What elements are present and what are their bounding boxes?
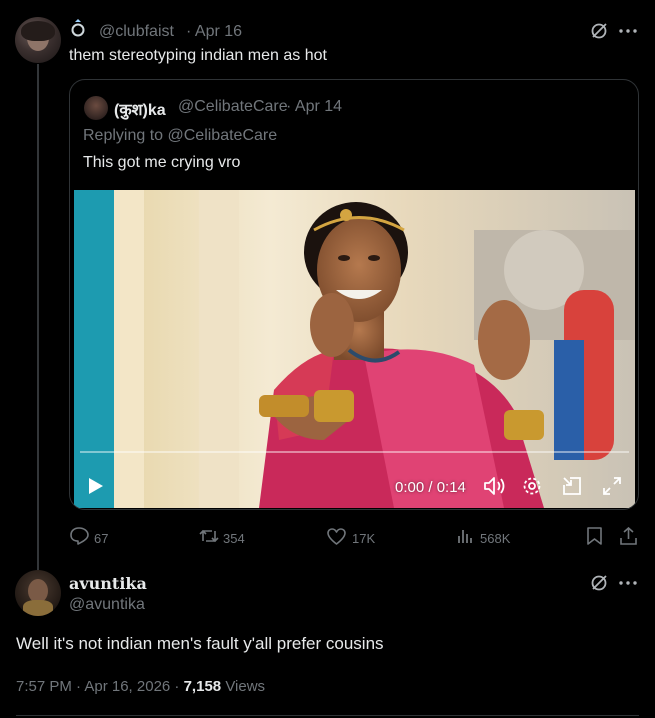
views-label: Views	[225, 678, 266, 695]
reply-icon	[70, 527, 89, 545]
tweet-meta: 7:57 PM · Apr 16, 2026 · 7,158 Views	[16, 678, 265, 695]
quote-text: This got me crying vro	[83, 154, 241, 171]
avatar[interactable]	[15, 570, 61, 616]
like-button[interactable]: 17K	[327, 525, 375, 547]
share-icon[interactable]	[618, 525, 638, 547]
repost-count: 354	[223, 530, 245, 546]
grok-icon[interactable]	[589, 573, 609, 593]
grok-icon[interactable]	[589, 21, 609, 41]
video-progress-track[interactable]	[80, 451, 629, 453]
video-time: 0:00 / 0:14	[395, 479, 466, 496]
view-count: 7,158	[183, 678, 222, 695]
avatar[interactable]	[15, 17, 61, 63]
settings-icon[interactable]	[521, 475, 543, 497]
video-frame	[74, 190, 635, 508]
quote-author-name[interactable]: (कुश)ka	[114, 98, 166, 120]
author-name[interactable]: avuntika	[69, 574, 147, 593]
views-button[interactable]: 568K	[457, 525, 510, 547]
heart-icon	[327, 527, 346, 545]
volume-icon[interactable]	[484, 475, 506, 497]
like-count: 17K	[352, 530, 376, 546]
pip-icon[interactable]	[561, 475, 583, 497]
reply-button[interactable]: 67	[70, 525, 108, 547]
more-icon[interactable]	[617, 573, 639, 593]
author-handle[interactable]: @avuntika	[69, 596, 145, 614]
ring-icon	[70, 18, 86, 38]
play-icon[interactable]	[86, 475, 106, 497]
views-count: 568K	[480, 530, 511, 546]
replying-to[interactable]: Replying to @CelibateCare	[83, 127, 277, 145]
main-tweet-text: Well it's not indian men's fault y'all p…	[16, 634, 384, 653]
tweet-timestamp[interactable]: 7:57 PM · Apr 16, 2026 ·	[16, 678, 184, 695]
quote-date: · Apr 14	[286, 98, 343, 115]
tweet-handle[interactable]: @clubfaist	[99, 23, 174, 41]
bookmark-icon[interactable]	[584, 525, 604, 547]
tweet-text: them stereotyping indian men as hot	[69, 47, 327, 64]
quote-avatar	[84, 96, 108, 120]
video-player[interactable]: 0:00 / 0:14	[74, 190, 635, 508]
repost-icon	[199, 527, 219, 545]
views-icon	[457, 528, 473, 544]
thread-line	[37, 64, 39, 570]
divider	[16, 715, 639, 716]
tweet-date[interactable]: · Apr 16	[186, 23, 242, 41]
repost-button[interactable]: 354	[199, 525, 245, 547]
reply-count: 67	[94, 530, 109, 546]
quoted-tweet[interactable]: (कुश)ka @CelibateCare · Apr 14 Replying …	[69, 79, 639, 510]
more-icon[interactable]	[617, 21, 639, 41]
fullscreen-icon[interactable]	[601, 475, 623, 497]
quote-handle[interactable]: @CelibateCare	[178, 98, 288, 116]
